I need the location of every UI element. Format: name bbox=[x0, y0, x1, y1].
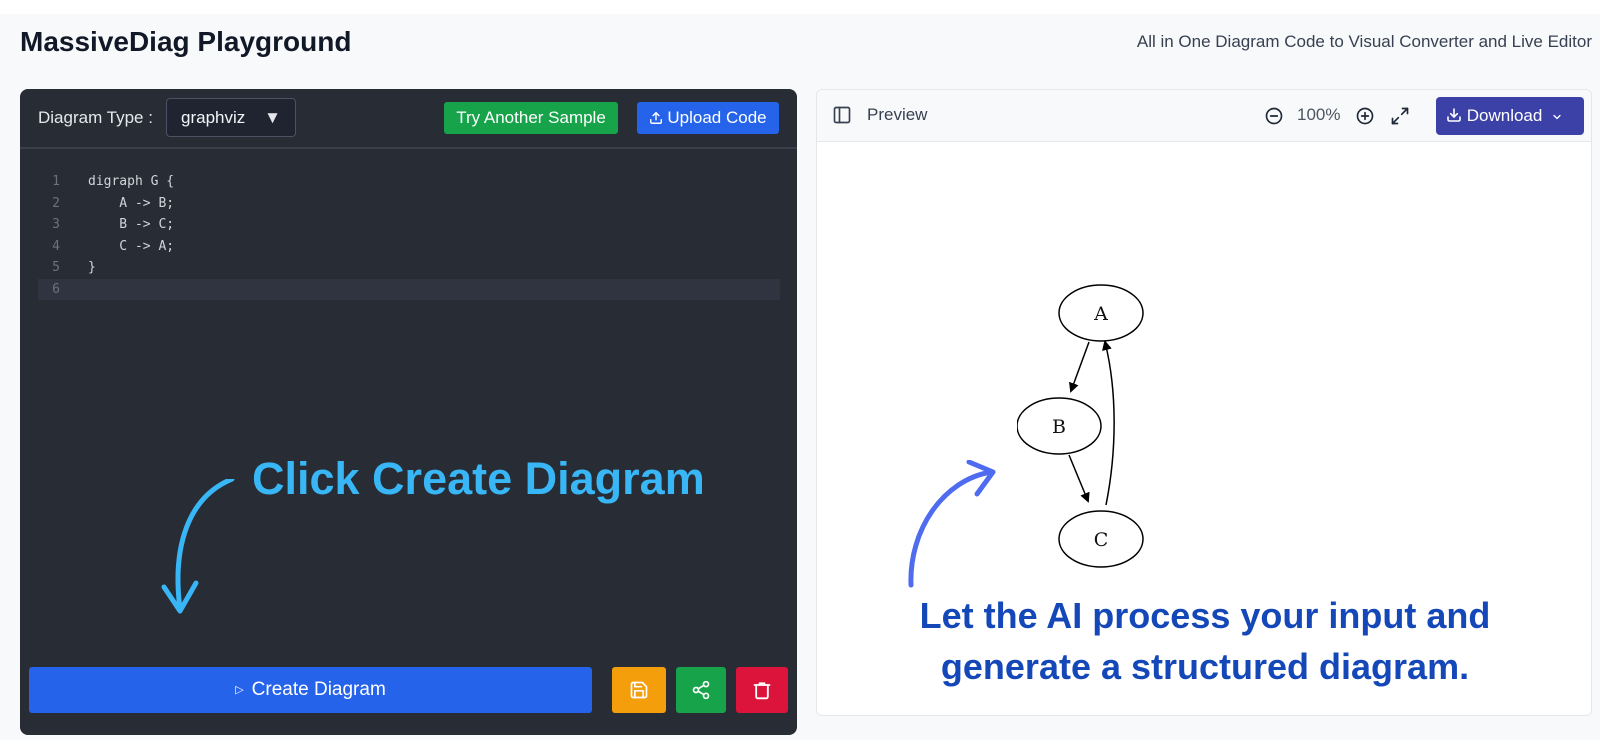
line-text: digraph G { bbox=[88, 174, 175, 189]
code-editor[interactable]: 1 digraph G { 2 A -> B; 3 B -> C; 4 C -> … bbox=[38, 171, 780, 300]
fullscreen-icon[interactable] bbox=[1390, 106, 1410, 126]
edge-a-b bbox=[1069, 341, 1090, 393]
hint-arrow-up-icon bbox=[908, 460, 996, 588]
diagram-type-value: graphviz bbox=[181, 108, 246, 127]
zoom-level: 100% bbox=[1297, 105, 1341, 124]
upload-code-button[interactable]: Upload Code bbox=[637, 102, 779, 134]
share-icon bbox=[692, 680, 710, 700]
code-line: 3 B -> C; bbox=[38, 214, 780, 236]
editor-toolbar: Diagram Type : graphviz ▼ Try Another Sa… bbox=[20, 89, 797, 149]
zoom-out-icon[interactable] bbox=[1264, 106, 1284, 126]
trash-icon bbox=[753, 682, 771, 700]
share-button[interactable] bbox=[676, 667, 726, 713]
line-number: 3 bbox=[52, 217, 60, 232]
node-c-label: C bbox=[1094, 529, 1109, 551]
code-line-active: 6 bbox=[38, 278, 780, 300]
create-diagram-label: Create Diagram bbox=[251, 679, 386, 700]
hint-arrow-down-icon bbox=[161, 479, 235, 614]
editor-panel: Diagram Type : graphviz ▼ Try Another Sa… bbox=[20, 89, 797, 735]
line-number: 5 bbox=[52, 260, 60, 275]
sidebar-toggle-icon[interactable] bbox=[832, 105, 852, 125]
code-line: 1 digraph G { bbox=[38, 171, 780, 193]
try-another-sample-button[interactable]: Try Another Sample bbox=[444, 102, 618, 134]
ai-hint-line2: generate a structured diagram. bbox=[940, 646, 1470, 687]
download-label: Download bbox=[1466, 106, 1543, 125]
edge-c-a bbox=[1102, 340, 1115, 506]
upload-icon bbox=[650, 112, 663, 124]
line-number: 6 bbox=[52, 281, 60, 297]
download-button[interactable]: Download bbox=[1436, 97, 1584, 135]
code-line: 4 C -> A; bbox=[38, 236, 780, 258]
preview-header: Preview 100% Download bbox=[817, 90, 1591, 142]
line-text: } bbox=[88, 260, 96, 275]
preview-panel: Preview 100% Download A B C Let the AI p… bbox=[816, 89, 1592, 716]
diagram-type-label: Diagram Type : bbox=[38, 108, 153, 127]
line-number: 2 bbox=[52, 195, 60, 211]
line-number: 1 bbox=[52, 174, 60, 189]
page: MassiveDiag Playground All in One Diagra… bbox=[0, 14, 1600, 740]
save-icon bbox=[630, 681, 648, 699]
app-subtitle: All in One Diagram Code to Visual Conver… bbox=[1136, 32, 1592, 51]
preview-label: Preview bbox=[867, 105, 928, 124]
diagram-type-select[interactable]: graphviz ▼ bbox=[166, 98, 296, 137]
app-title: MassiveDiag Playground bbox=[20, 26, 352, 57]
line-text: A -> B; bbox=[88, 195, 175, 211]
node-b-label: B bbox=[1052, 416, 1066, 438]
dropdown-arrow-icon: ▼ bbox=[264, 108, 281, 127]
edge-b-c bbox=[1068, 454, 1090, 503]
code-line: 2 A -> B; bbox=[38, 193, 780, 215]
download-icon bbox=[1447, 108, 1461, 122]
play-icon: ▷ bbox=[235, 684, 244, 696]
ai-hint-line1: Let the AI process your input and bbox=[919, 595, 1491, 636]
chevron-down-icon bbox=[1553, 114, 1561, 120]
save-button[interactable] bbox=[612, 667, 666, 713]
create-diagram-button[interactable]: ▷ Create Diagram bbox=[29, 667, 592, 713]
line-number: 4 bbox=[52, 238, 60, 254]
upload-code-label: Upload Code bbox=[667, 108, 767, 127]
code-line: 5} bbox=[38, 257, 780, 279]
graph-diagram: A B C bbox=[1017, 284, 1144, 568]
click-create-hint: Click Create Diagram bbox=[252, 453, 705, 504]
line-text: B -> C; bbox=[88, 217, 175, 232]
line-text: C -> A; bbox=[88, 238, 175, 254]
node-a-label: A bbox=[1093, 303, 1108, 325]
zoom-in-icon[interactable] bbox=[1355, 106, 1375, 126]
delete-button[interactable] bbox=[736, 667, 788, 713]
ai-process-hint: Let the AI process your input and genera… bbox=[817, 590, 1591, 692]
